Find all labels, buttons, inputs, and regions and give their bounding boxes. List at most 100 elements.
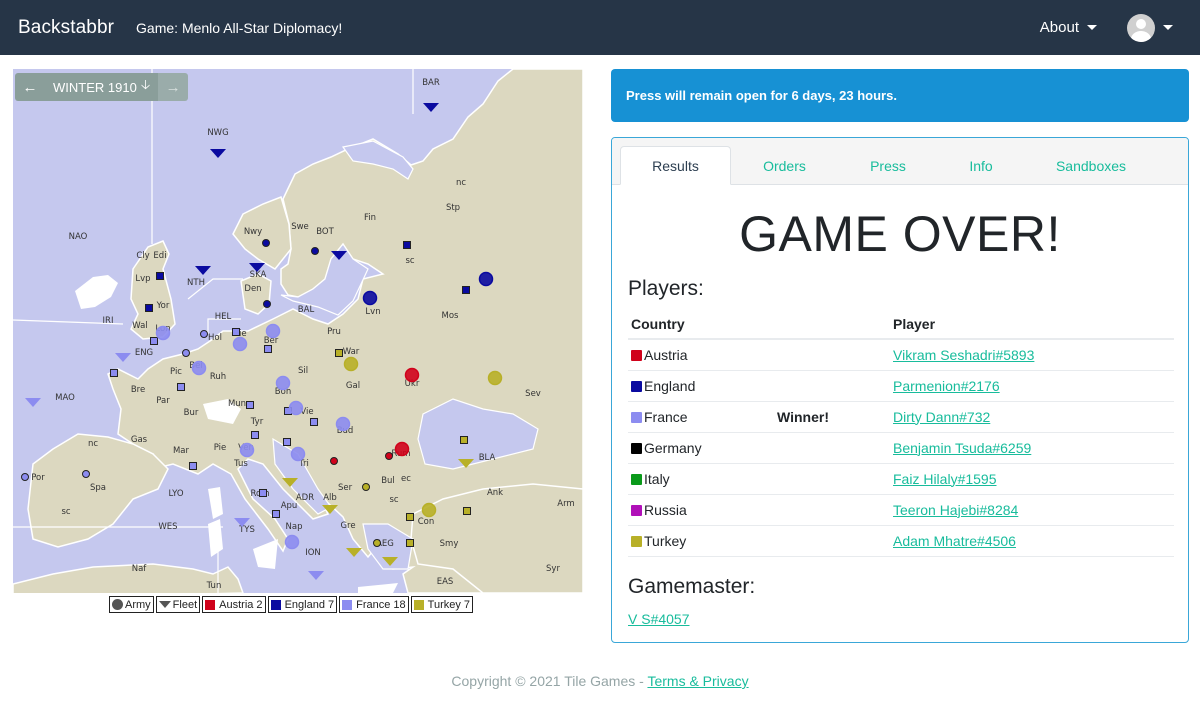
army-unit[interactable] xyxy=(335,416,351,432)
player-cell: Dirty Dann#732 xyxy=(890,401,1174,433)
army-unit[interactable] xyxy=(288,400,304,416)
game-over-heading: GAME OVER! xyxy=(739,206,1061,262)
game-title[interactable]: Game: Menlo All-Star Diplomacy! xyxy=(136,20,342,36)
province-label: Smy xyxy=(440,539,459,549)
gamemaster-heading: Gamemaster: xyxy=(628,574,756,598)
about-label: About xyxy=(1039,19,1079,36)
province-label: Mos xyxy=(442,311,460,321)
tab-info[interactable]: Info xyxy=(938,146,1024,185)
army-unit[interactable] xyxy=(343,356,359,372)
fleet-unit[interactable] xyxy=(25,398,41,407)
tab-press[interactable]: Press xyxy=(838,146,938,185)
army-icon xyxy=(112,599,123,610)
player-link[interactable]: Teeron Hajebi#8284 xyxy=(893,502,1018,518)
province-label: nc xyxy=(88,439,98,449)
fleet-unit[interactable] xyxy=(423,103,439,112)
province-label: Syr xyxy=(546,564,560,574)
supply-center-marker xyxy=(264,345,272,353)
player-link[interactable]: Benjamin Tsuda#6259 xyxy=(893,440,1031,456)
player-row: Italy Faiz Hilaly#1595 xyxy=(628,463,1174,495)
province-label: Pic xyxy=(170,367,182,377)
phase-select-button[interactable]: WINTER 1910 🡣 xyxy=(45,73,159,101)
player-link[interactable]: Vikram Seshadri#5893 xyxy=(893,347,1034,363)
army-unit[interactable] xyxy=(394,441,410,457)
country-name: Germany xyxy=(644,439,702,456)
previous-phase-button[interactable]: ← xyxy=(15,73,45,101)
province-label: Arm xyxy=(557,499,574,509)
fleet-unit[interactable] xyxy=(210,149,226,158)
country-color-swatch xyxy=(631,349,642,361)
province-label: Ser xyxy=(338,483,353,493)
user-avatar-icon xyxy=(1127,13,1155,42)
army-unit[interactable] xyxy=(362,290,378,306)
province-label: Swe xyxy=(291,222,309,232)
country-name: Austria xyxy=(644,346,688,363)
legend-turkey: Turkey 7 xyxy=(410,596,474,613)
province-label: Tun xyxy=(206,581,222,591)
brand-logo[interactable]: Backstabbr xyxy=(18,17,114,39)
province-label: sc xyxy=(405,256,414,266)
supply-center-marker xyxy=(246,401,254,409)
table-header-row: Country Player xyxy=(628,311,1174,340)
province-label: Den xyxy=(244,284,261,294)
status-cell xyxy=(774,463,890,495)
army-unit[interactable] xyxy=(284,534,300,550)
player-link[interactable]: Dirty Dann#732 xyxy=(893,409,990,425)
next-phase-button[interactable]: → xyxy=(158,73,189,101)
about-dropdown[interactable]: About xyxy=(1040,19,1097,36)
status-cell: Winner! xyxy=(774,401,890,433)
supply-center-marker xyxy=(272,510,280,518)
terms-privacy-link[interactable]: Terms & Privacy xyxy=(647,673,748,689)
player-cell: Parmenion#2176 xyxy=(890,370,1174,402)
phase-label: WINTER 1910 xyxy=(53,79,137,95)
army-unit[interactable] xyxy=(404,367,420,383)
country-color-swatch xyxy=(631,380,642,392)
impassable-region xyxy=(208,519,223,557)
impassable-region xyxy=(253,539,278,569)
column-header-player: Player xyxy=(890,311,1174,340)
province-label: LYO xyxy=(168,489,183,499)
country-color-swatch xyxy=(631,504,642,516)
army-unit[interactable] xyxy=(478,271,494,287)
supply-center-marker xyxy=(406,539,414,547)
player-link[interactable]: Adam Mhatre#4506 xyxy=(893,533,1016,549)
province-label: MAO xyxy=(55,393,75,403)
province-label: Hol xyxy=(208,333,222,343)
press-status-text: Press will remain open for 6 days, 23 ho… xyxy=(626,88,897,103)
player-row: Austria Vikram Seshadri#5893 xyxy=(628,339,1174,371)
supply-center-marker xyxy=(311,247,319,255)
status-cell xyxy=(774,370,890,402)
country-color-swatch xyxy=(631,473,642,485)
province-label: Naf xyxy=(132,564,148,574)
army-unit[interactable] xyxy=(191,360,207,376)
fleet-unit[interactable] xyxy=(195,266,211,275)
impassable-region xyxy=(208,487,223,519)
army-unit[interactable] xyxy=(290,446,306,462)
fleet-unit[interactable] xyxy=(346,548,362,557)
fleet-unit[interactable] xyxy=(308,571,324,580)
impassable-region xyxy=(358,583,398,593)
army-unit[interactable] xyxy=(421,502,437,518)
map-canvas[interactable]: BAR NWG nc Stp NAO Fin Swe BOT Nwy sc Cly Edi NTH SKA… xyxy=(13,69,583,593)
army-unit[interactable] xyxy=(265,323,281,339)
gamemaster-link[interactable]: V S#4057 xyxy=(628,611,690,627)
user-menu-dropdown[interactable] xyxy=(1127,13,1173,42)
supply-center-marker xyxy=(182,349,190,357)
tab-results[interactable]: Results xyxy=(620,146,731,185)
tab-sandboxes[interactable]: Sandboxes xyxy=(1024,146,1158,185)
arrow-right-icon: → xyxy=(165,78,181,96)
army-unit[interactable] xyxy=(275,375,291,391)
game-map[interactable]: BAR NWG nc Stp NAO Fin Swe BOT Nwy sc Cly Edi NTH SKA… xyxy=(13,69,583,593)
army-unit[interactable] xyxy=(239,442,255,458)
player-row: Russia Teeron Hajebi#8284 xyxy=(628,494,1174,526)
player-link[interactable]: Faiz Hilaly#1595 xyxy=(893,471,997,487)
army-unit[interactable] xyxy=(232,336,248,352)
fleet-unit[interactable] xyxy=(115,353,131,362)
player-link[interactable]: Parmenion#2176 xyxy=(893,378,1000,394)
tab-orders[interactable]: Orders xyxy=(731,146,838,185)
army-unit[interactable] xyxy=(155,325,171,341)
province-label: Con xyxy=(418,517,435,527)
army-unit[interactable] xyxy=(487,370,503,386)
province-label: Spa xyxy=(90,483,106,493)
land-region[interactable] xyxy=(240,273,272,315)
